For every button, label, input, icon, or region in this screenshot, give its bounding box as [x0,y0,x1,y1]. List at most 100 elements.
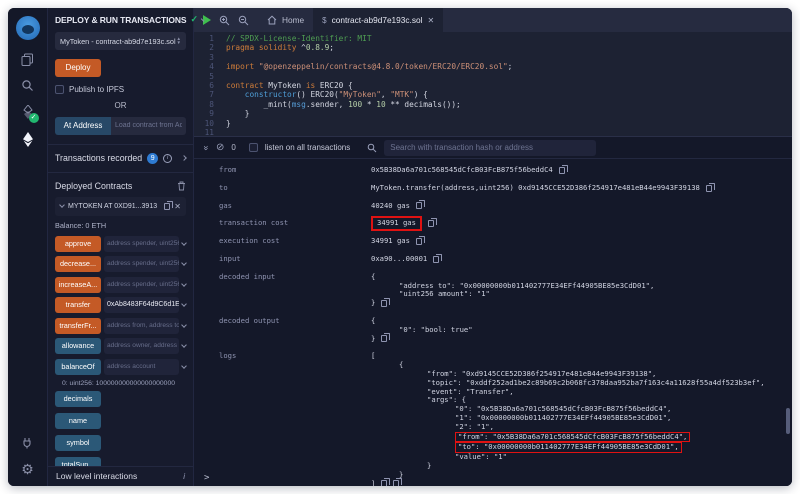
copy-icon[interactable] [164,200,174,210]
function-args-input[interactable]: 0xAb8483F64d9C6d1EcF [104,297,179,313]
contract-instance-header[interactable]: MYTOKEN AT 0XD91...39138 (M ✕ [55,196,186,216]
increaseA-button[interactable]: increaseA... [55,276,101,293]
function-args-input[interactable]: address spender, uint256 [104,256,179,272]
terminal-row-execution-cost: execution cost 34991 gas [219,236,792,246]
function-args-input[interactable]: address spender, uint256 [104,235,179,252]
approve-button[interactable]: approve [55,235,101,252]
terminal-row-from: from 0x5B38Da6a701c568545dCfcB03FcB875f56… [219,164,792,175]
close-instance-icon[interactable]: ✕ [174,202,181,211]
copy-icon[interactable] [433,253,443,263]
copy-icon[interactable] [393,478,403,486]
tab-contract-file[interactable]: $ contract-ab9d7e193c.sol ✕ [313,8,444,32]
tab-home[interactable]: Home [258,8,313,32]
terminal-header: » ⊘ 0 listen on all transactions [194,137,792,159]
decimals-button[interactable]: decimals [55,391,101,407]
function-row: transfer0xAb8483F64d9C6d1EcF [55,297,187,313]
function-args-input[interactable]: address owner, address sp [104,338,179,354]
listen-all-checkbox[interactable] [248,143,258,152]
settings-gear-icon[interactable]: ⚙ [21,462,34,476]
terminal-row-label: to [219,182,228,192]
copy-icon[interactable] [381,333,391,343]
expand-args-icon[interactable] [181,280,187,287]
activity-bar: ✓ ⚙ [8,8,48,486]
decrease-button[interactable]: decrease... [55,256,101,272]
terminal-prompt[interactable]: > [204,473,209,483]
at-address-input[interactable] [111,116,186,135]
function-args-input[interactable]: address from, address to, u [104,317,179,334]
expand-args-icon[interactable] [181,301,187,307]
solidity-compiler-icon[interactable]: ✓ [22,105,39,123]
publish-ipfs-checkbox[interactable] [55,84,64,94]
expand-transactions-icon[interactable] [181,155,187,161]
clear-console-icon[interactable]: ⊘ [216,142,224,153]
copy-icon[interactable] [381,298,391,308]
expand-args-icon[interactable] [181,239,187,246]
listen-all-label: listen on all transactions [264,143,351,152]
deploy-run-icon[interactable] [22,132,34,147]
json-text: { [399,360,404,370]
main-area: Home $ contract-ab9d7e193c.sol ✕ 1234567… [194,8,792,486]
symbol-button[interactable]: symbol [55,435,101,451]
expand-args-icon[interactable] [181,342,187,348]
code-editor[interactable]: 1 2 3 4 5 6 7 8 9 10 11 // SPDX-License-Identifier… [194,32,792,136]
line-number: 6 [209,81,214,91]
json-text: } [371,333,376,343]
terminal-row-decoded-output: decoded output {"0": "bool: true"} [219,315,792,343]
contract-select[interactable]: MyToken - contract-ab9d7e193c.sol ▲ ▼ [55,32,186,50]
terminal-scrollbar[interactable] [786,408,790,434]
copy-icon[interactable] [558,164,568,174]
json-line: ] [371,478,765,486]
transactions-count-badge: 9 [147,152,159,164]
copy-icon[interactable] [705,182,715,192]
search-icon[interactable] [21,79,34,92]
info-icon: i [163,153,173,163]
function-row: balanceOf address account [55,358,187,375]
remix-logo-icon[interactable] [15,16,40,40]
expand-args-icon[interactable] [181,321,187,328]
terminal-row-input: input 0xa90...00001 [219,253,792,264]
copy-icon[interactable] [415,200,425,210]
transactions-recorded-row[interactable]: Transactions recorded 9 i [48,145,193,172]
terminal-json-block: {"0": "bool: true"} [371,316,473,343]
line-number: 4 [209,62,214,72]
trash-icon[interactable] [177,181,186,191]
line-number: 2 [209,43,214,53]
json-text: [ [371,351,376,361]
code-line: constructor() ERC20("MyToken", "MTK") { [244,90,428,100]
terminal-row-label: decoded output [219,315,280,325]
expand-args-icon[interactable] [181,260,187,266]
plugin-manager-icon[interactable] [21,436,34,449]
terminal-toggle-icon[interactable]: » [202,145,212,150]
name-button[interactable]: name [55,413,101,429]
or-label: OR [114,100,127,110]
zoom-out-icon[interactable] [238,15,249,26]
transfer-button[interactable]: transfer [55,297,101,313]
terminal-search-input[interactable] [384,139,597,156]
deploy-button[interactable]: Deploy [55,58,101,77]
close-tab-icon[interactable]: ✕ [427,16,434,25]
expand-args-icon[interactable] [181,362,187,369]
balanceOf-button[interactable]: balanceOf [55,358,101,375]
function-args-input[interactable]: address account [104,358,179,375]
terminal-row-to: to MyToken.transfer(address,uint256) 0xd9… [219,182,792,193]
allowance-button[interactable]: allowance [55,338,101,354]
function-rows: approve address spender, uint256 decrease.… [48,235,193,380]
zoom-in-icon[interactable] [219,15,230,26]
copy-icon[interactable] [427,218,437,228]
terminal-row-label: transaction cost [219,218,289,228]
line-number: 5 [209,71,214,81]
code-line: } [226,118,231,128]
json-text: "0": "bool: true" [399,324,473,334]
copy-icon[interactable] [381,478,391,486]
terminal-row-value: 0x5B38Da6a701c568545dCfcB03FcB875f56bedd… [371,164,568,175]
transferFr-button[interactable]: transferFr... [55,317,101,334]
terminal: » ⊘ 0 listen on all transactions from 0x5… [194,136,792,486]
app-window: ✓ ⚙ DEPLOY & RUN TRANSACTIONS ✓ MyToken … [8,8,792,486]
function-args-input[interactable]: address spender, uint256 [104,276,179,293]
copy-icon[interactable] [415,236,425,246]
file-explorer-icon[interactable] [21,53,34,66]
at-address-button[interactable]: At Address [55,116,111,135]
